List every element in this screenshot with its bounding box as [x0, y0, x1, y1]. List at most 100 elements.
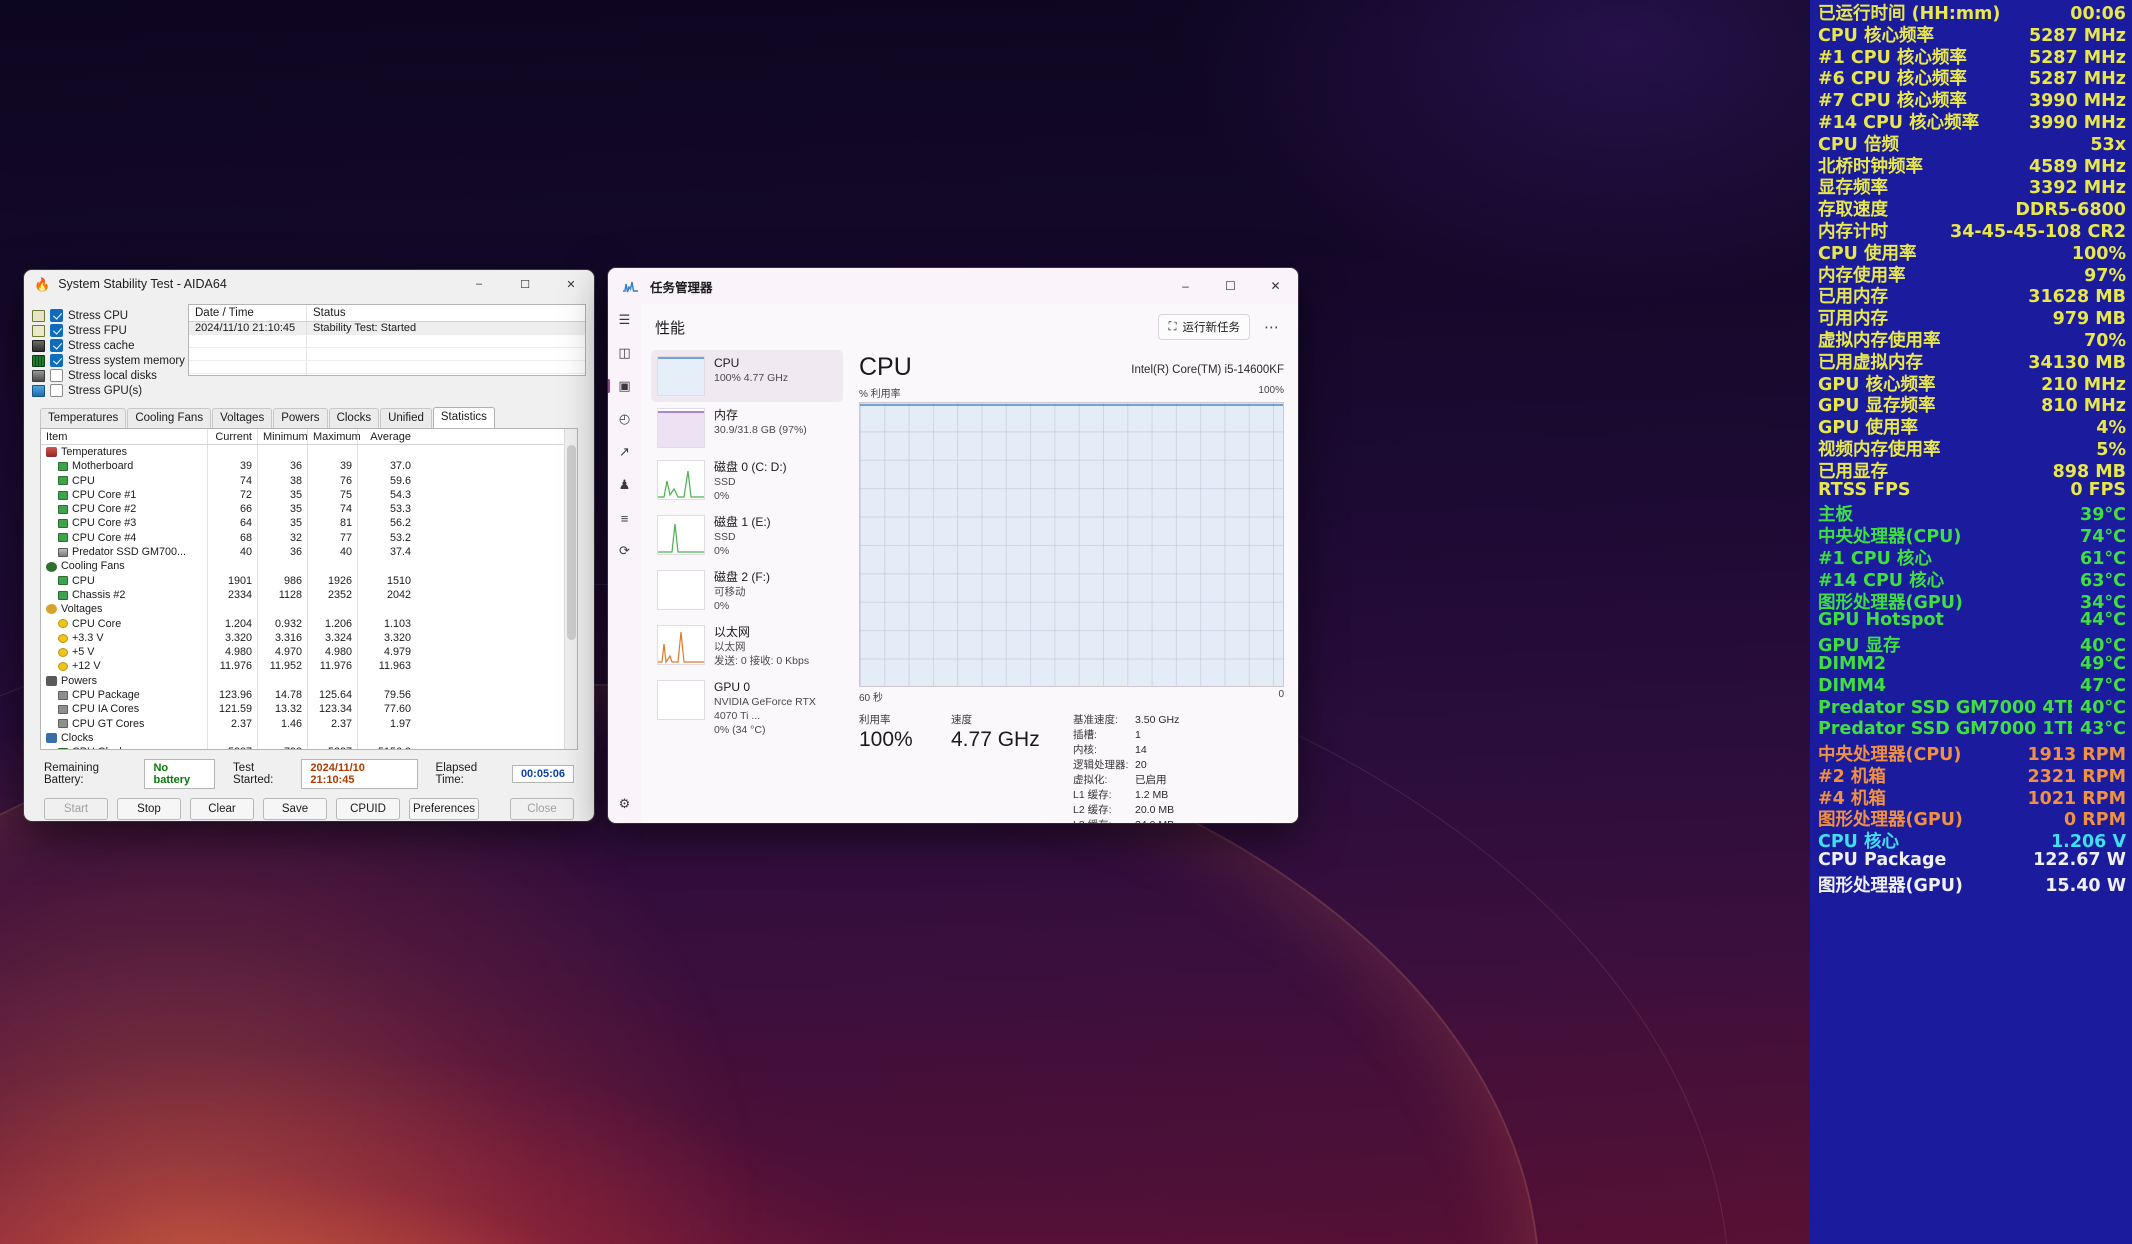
- processes-icon[interactable]: ◫: [615, 344, 635, 362]
- table-row[interactable]: CPU 74 38 76 59.6: [41, 473, 564, 488]
- users-icon[interactable]: ♟: [615, 476, 635, 494]
- cpuid-button[interactable]: CPUID: [336, 798, 400, 820]
- stop-button[interactable]: Stop: [117, 798, 181, 820]
- history-icon[interactable]: ◴: [615, 410, 635, 428]
- aida64-button-row[interactable]: Start Stop Clear Save CPUID Preferences Close: [32, 789, 586, 820]
- table-row[interactable]: CPU Core #2 66 35 74 53.3: [41, 502, 564, 517]
- statistics-group-row[interactable]: Clocks: [41, 730, 564, 746]
- minimize-button[interactable]: –: [1163, 268, 1208, 304]
- preferences-button[interactable]: Preferences: [409, 798, 479, 820]
- maximize-button[interactable]: ☐: [1208, 268, 1253, 304]
- tab-unified[interactable]: Unified: [380, 408, 432, 429]
- cell-current: 39: [208, 459, 258, 474]
- close-button[interactable]: ✕: [548, 270, 594, 298]
- stress-option-2[interactable]: Stress cache: [32, 338, 180, 353]
- maximize-button[interactable]: ☐: [502, 270, 548, 298]
- sensor-value: 100%: [2071, 243, 2126, 264]
- table-row[interactable]: Chassis #2 2334 1128 2352 2042: [41, 587, 564, 603]
- aida64-window-controls[interactable]: – ☐ ✕: [456, 270, 594, 298]
- statistics-group-row[interactable]: Temperatures: [41, 445, 564, 460]
- aida64-titlebar[interactable]: 🔥 System Stability Test - AIDA64 – ☐ ✕: [24, 270, 594, 298]
- details-icon[interactable]: ≡: [615, 509, 635, 527]
- cell-average: 1510: [386, 574, 411, 587]
- resource-item-0cd[interactable]: 磁盘 0 (C: D:) SSD 0%: [651, 454, 843, 509]
- statistics-panel[interactable]: Item Current Minimum Maximum Average Tem…: [40, 428, 578, 750]
- resource-item-cpu[interactable]: CPU 100% 4.77 GHz: [651, 350, 843, 402]
- task-manager-window-controls[interactable]: – ☐ ✕: [1163, 268, 1298, 304]
- log-row[interactable]: 2024/11/10 21:10:45 Stability Test: Start…: [189, 322, 585, 335]
- close-button[interactable]: ✕: [1253, 268, 1298, 304]
- tab-clocks[interactable]: Clocks: [328, 408, 380, 429]
- table-row[interactable]: CPU Core 1.204 0.932 1.206 1.103: [41, 616, 564, 631]
- status-log-panel[interactable]: Date / Time Status 2024/11/10 21:10:45 St…: [188, 304, 586, 376]
- stress-option-0[interactable]: Stress CPU: [32, 308, 180, 323]
- aida64-window[interactable]: 🔥 System Stability Test - AIDA64 – ☐ ✕ S…: [24, 270, 594, 821]
- cell-minimum: 35: [258, 516, 308, 531]
- resource-item-gpu0[interactable]: GPU 0 NVIDIA GeForce RTX 4070 Ti ... 0% (3…: [651, 674, 843, 743]
- resource-item-[interactable]: 内存 30.9/31.8 GB (97%): [651, 402, 843, 454]
- checkbox-4[interactable]: [50, 369, 63, 382]
- table-row[interactable]: CPU GT Cores 2.37 1.46 2.37 1.97: [41, 716, 564, 731]
- checkbox-2[interactable]: [50, 339, 63, 352]
- hamburger-icon[interactable]: ☰: [615, 311, 635, 329]
- table-row[interactable]: CPU Clock528779852875156.3: [41, 745, 564, 749]
- resource-text: CPU 100% 4.77 GHz: [714, 356, 788, 385]
- tab-temperatures[interactable]: Temperatures: [40, 408, 127, 429]
- voltage-icon: [46, 604, 57, 615]
- performance-icon[interactable]: ▣: [608, 377, 635, 395]
- checkbox-5[interactable]: [50, 384, 63, 397]
- resource-text: 磁盘 0 (C: D:) SSD 0%: [714, 460, 787, 503]
- checkbox-3[interactable]: [50, 354, 63, 367]
- stress-option-4[interactable]: Stress local disks: [32, 368, 180, 383]
- task-manager-window[interactable]: 任务管理器 – ☐ ✕ ☰ ◫ ▣ ◴ ↗ ♟ ≡ ⟳ ⚙ 性能 ⛶ 运行新任务…: [608, 268, 1298, 823]
- minimize-button[interactable]: –: [456, 270, 502, 298]
- table-row[interactable]: CPU IA Cores 121.59 13.32 123.34 77.60: [41, 702, 564, 717]
- stress-option-5[interactable]: Stress GPU(s): [32, 383, 180, 398]
- stress-options-list[interactable]: Stress CPU Stress FPU Stress cache Stress s…: [32, 304, 185, 398]
- settings-gear-icon[interactable]: ⚙: [615, 795, 635, 813]
- save-button[interactable]: Save: [263, 798, 327, 820]
- statistics-group-row[interactable]: Cooling Fans: [41, 559, 564, 574]
- header-actions[interactable]: ⛶ 运行新任务 ⋯: [1158, 314, 1284, 340]
- resource-item-[interactable]: 以太网 以太网 发送: 0 接收: 0 Kbps: [651, 619, 843, 674]
- statistics-group-row[interactable]: Voltages: [41, 602, 564, 617]
- sensor-row: 图形处理器(GPU) 15.40 W: [1818, 872, 2126, 896]
- stress-option-3[interactable]: Stress system memory: [32, 353, 185, 368]
- stress-option-1[interactable]: Stress FPU: [32, 323, 180, 338]
- checkbox-0[interactable]: [50, 309, 63, 322]
- startup-icon[interactable]: ↗: [615, 443, 635, 461]
- more-options-button[interactable]: ⋯: [1260, 318, 1284, 336]
- statistics-scrollbar[interactable]: [564, 429, 577, 749]
- table-row[interactable]: CPU Package 123.96 14.78 125.64 79.56: [41, 688, 564, 703]
- run-new-task-button[interactable]: ⛶ 运行新任务: [1158, 314, 1250, 340]
- table-row[interactable]: +5 V 4.980 4.970 4.980 4.979: [41, 645, 564, 660]
- resource-item-2f[interactable]: 磁盘 2 (F:) 可移动 0%: [651, 564, 843, 619]
- table-row[interactable]: +12 V 11.976 11.952 11.976 11.963: [41, 659, 564, 674]
- table-row[interactable]: Motherboard 39 36 39 37.0: [41, 459, 564, 474]
- table-row[interactable]: Predator SSD GM700... 40 36 40 37.4: [41, 545, 564, 560]
- col-average: Average: [370, 431, 411, 443]
- resource-list[interactable]: CPU 100% 4.77 GHz 内存 30.9/31.8 GB (97%) 磁盘 0…: [641, 344, 849, 814]
- sensor-row: 显存频率 3392 MHz: [1818, 174, 2126, 198]
- scrollbar-thumb[interactable]: [567, 445, 576, 640]
- resource-item-1e[interactable]: 磁盘 1 (E:) SSD 0%: [651, 509, 843, 564]
- task-manager-nav-rail[interactable]: ☰ ◫ ▣ ◴ ↗ ♟ ≡ ⟳ ⚙: [608, 304, 641, 823]
- task-manager-titlebar[interactable]: 任务管理器 – ☐ ✕: [608, 268, 1298, 304]
- aida64-tabstrip[interactable]: Temperatures Cooling Fans Voltages Powers Cl…: [40, 407, 586, 429]
- table-row[interactable]: CPU Core #4 68 32 77 53.2: [41, 530, 564, 546]
- sensor-value: 47°C: [2080, 675, 2126, 696]
- sensor-row: GPU 显存 40°C: [1818, 632, 2126, 656]
- table-row[interactable]: +3.3 V 3.320 3.316 3.324 3.320: [41, 630, 564, 646]
- tab-voltages[interactable]: Voltages: [212, 408, 273, 429]
- clear-button[interactable]: Clear: [190, 798, 254, 820]
- checkbox-1[interactable]: [50, 324, 63, 337]
- services-icon[interactable]: ⟳: [615, 542, 635, 560]
- table-row[interactable]: CPU Core #3 64 35 81 56.2: [41, 516, 564, 531]
- tab-cooling-fans[interactable]: Cooling Fans: [127, 408, 212, 429]
- table-row[interactable]: CPU Core #1 72 35 75 54.3: [41, 487, 564, 503]
- statistics-group-row[interactable]: Powers: [41, 673, 564, 689]
- cell-minimum: 1128: [258, 587, 308, 603]
- tab-statistics[interactable]: Statistics: [432, 407, 495, 428]
- table-row[interactable]: CPU 1901 986 1926 1510: [41, 573, 564, 588]
- tab-powers[interactable]: Powers: [273, 408, 328, 429]
